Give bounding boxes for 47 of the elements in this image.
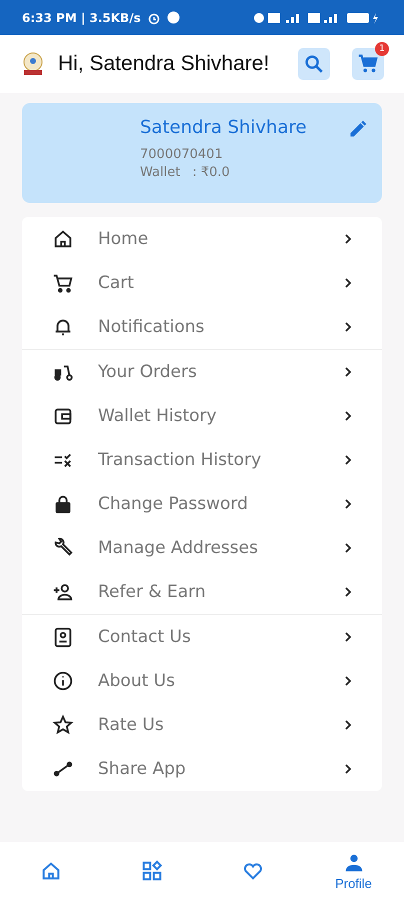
chevron-icon [344, 233, 352, 245]
chevron-icon [344, 410, 352, 422]
menu-item[interactable]: Rate Us [22, 703, 382, 747]
home-icon [40, 860, 62, 882]
menu-item[interactable]: Share App [22, 747, 382, 791]
wallet-label: Wallet [140, 165, 180, 180]
menu-item[interactable]: Notifications [22, 305, 382, 349]
greeting-title: Hi, Satendra Shivhare! [58, 52, 270, 76]
contact-icon [52, 626, 74, 648]
menu-item[interactable]: Change Password [22, 482, 382, 526]
chevron-icon [344, 763, 352, 775]
menu-item[interactable]: Cart [22, 261, 382, 305]
menu-item[interactable]: Manage Addresses [22, 526, 382, 570]
menu-item[interactable]: Transaction History [22, 438, 382, 482]
menu-item[interactable]: Your Orders [22, 350, 382, 394]
nav-tab[interactable]: Profile [303, 842, 404, 900]
menu-item[interactable]: Refer & Earn [22, 570, 382, 614]
alarm-icon [146, 10, 161, 24]
profile-phone: 7000070401 [140, 147, 224, 162]
chevron-icon [344, 277, 352, 289]
search-button[interactable] [298, 48, 330, 80]
grid-icon [140, 860, 162, 882]
chevron-icon [344, 454, 352, 466]
menu-item[interactable]: Wallet History [22, 394, 382, 438]
chevron-icon [344, 631, 352, 643]
profile-name: Satendra Shivhare [140, 117, 308, 138]
cart-icon [357, 53, 379, 75]
cart-icon [52, 272, 74, 294]
chevron-icon [344, 366, 352, 378]
home-icon [52, 228, 74, 250]
chevron-icon [344, 675, 352, 687]
wallet-balance: : ₹0.0 [192, 165, 230, 180]
circle-icon [166, 11, 180, 24]
menu-item[interactable]: About Us [22, 659, 382, 703]
chevron-icon [344, 498, 352, 510]
chevron-icon [344, 542, 352, 554]
addperson-icon [52, 581, 74, 603]
menu-item[interactable]: Contact Us [22, 615, 382, 659]
search-icon [303, 53, 325, 75]
chevron-icon [344, 719, 352, 731]
menu-item[interactable]: Home [22, 217, 382, 261]
status-time: 6:33 PM | 3.5KB/s [22, 10, 141, 24]
cart-count-badge: 1 [375, 42, 389, 56]
star-icon [52, 714, 74, 736]
info-icon [52, 670, 74, 692]
chevron-icon [344, 586, 352, 598]
chevron-icon [344, 321, 352, 333]
